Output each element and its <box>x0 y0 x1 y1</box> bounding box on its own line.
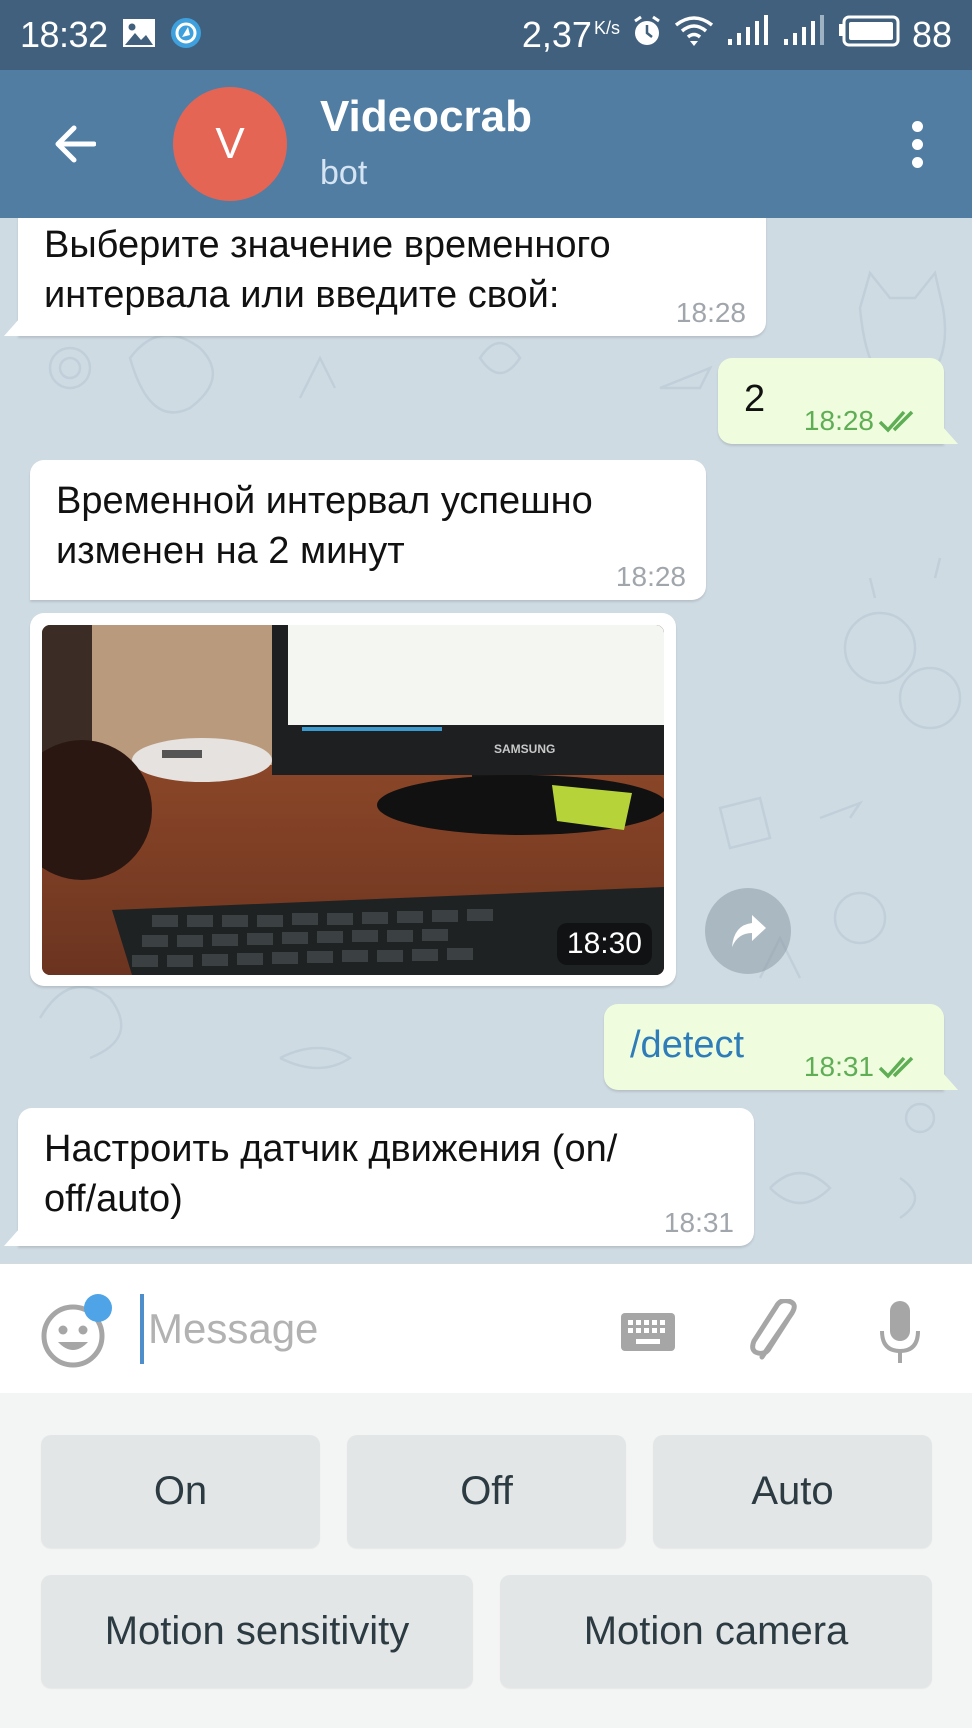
new-stickers-indicator <box>84 1294 112 1322</box>
svg-text:SAMSUNG: SAMSUNG <box>494 742 555 756</box>
message-input[interactable] <box>140 1294 600 1364</box>
avatar-letter: V <box>215 119 245 168</box>
more-vertical-icon <box>911 120 923 132</box>
status-time: 18:32 <box>20 14 108 55</box>
double-check-icon <box>878 410 914 433</box>
message-text: интервала или введите свой: <box>44 274 560 316</box>
message-text: изменен на 2 минут <box>56 530 405 572</box>
message-text: Временной интервал успешно <box>56 480 593 522</box>
wifi-icon <box>674 14 714 56</box>
paperclip-icon <box>750 1299 797 1360</box>
chat-header: V Videocrab bot <box>0 70 972 218</box>
photo-time: 18:30 <box>556 923 652 965</box>
net-speed-value: 2,37 <box>521 14 592 55</box>
keyboard-button-off[interactable]: Off <box>347 1435 626 1548</box>
bot-command-link[interactable]: /detect <box>630 1020 918 1070</box>
message-time: 18:31 <box>803 1051 874 1082</box>
keyboard-icon <box>621 1313 675 1351</box>
message-time: 18:28 <box>675 297 746 328</box>
attach-button[interactable] <box>746 1299 806 1364</box>
message-input-bar <box>0 1263 972 1393</box>
photo-thumbnail[interactable]: SAMSUNG 18:30 <box>42 625 664 975</box>
keyboard-button-auto[interactable]: Auto <box>653 1435 932 1548</box>
chat-subtitle: bot <box>320 154 368 192</box>
message-incoming[interactable]: Выберите значение временного интервала и… <box>4 218 766 336</box>
more-vertical-icon-dot <box>911 138 923 150</box>
image-icon <box>122 18 156 53</box>
message-text: Настроить датчик движения (on/ <box>44 1128 618 1170</box>
chat-messages[interactable]: Выберите значение временного интервала и… <box>0 218 972 1263</box>
message-incoming[interactable]: Временной интервал успешно изменен на 2 … <box>30 460 706 600</box>
battery-level: 88 <box>911 14 952 55</box>
double-check-icon <box>878 1056 914 1079</box>
avatar[interactable]: V <box>173 87 287 201</box>
signal-icon <box>782 14 826 56</box>
message-outgoing[interactable]: /detect 18:31 <box>604 1004 958 1090</box>
message-text: off/auto) <box>44 1178 183 1220</box>
bot-keyboard-toggle-button[interactable] <box>618 1300 678 1364</box>
message-time: 18:28 <box>615 561 686 592</box>
voice-record-button[interactable] <box>870 1300 930 1364</box>
chat-title[interactable]: Videocrab <box>320 92 532 142</box>
microphone-icon <box>880 1301 920 1363</box>
more-menu-button[interactable] <box>892 114 942 174</box>
message-text: Выберите значение временного <box>44 224 611 266</box>
message-outgoing[interactable]: 2 18:28 <box>718 358 958 444</box>
message-time: 18:28 <box>803 405 874 436</box>
arrow-left-icon <box>55 125 96 163</box>
share-arrow-icon <box>732 915 766 947</box>
battery-icon <box>838 14 900 56</box>
keyboard-button-motion-camera[interactable]: Motion camera <box>500 1575 932 1688</box>
keyboard-button-motion-sensitivity[interactable]: Motion sensitivity <box>41 1575 473 1688</box>
keyboard-button-on[interactable]: On <box>41 1435 320 1548</box>
more-vertical-icon-dot <box>911 156 923 168</box>
shutter-app-icon <box>170 17 202 54</box>
net-speed-unit: K/s <box>593 18 620 38</box>
share-button[interactable] <box>705 888 791 974</box>
back-button[interactable] <box>44 114 104 174</box>
message-incoming[interactable]: Настроить датчик движения (on/ off/auto)… <box>4 1108 754 1246</box>
signal-icon <box>726 14 770 56</box>
message-photo[interactable]: SAMSUNG 18:30 <box>30 613 676 986</box>
alarm-icon <box>632 14 662 56</box>
message-time: 18:31 <box>663 1207 734 1238</box>
status-bar: 18:32 2,37 K/s 88 <box>0 0 972 70</box>
net-speed: 2,37 K/s <box>522 14 620 56</box>
bot-reply-keyboard: On Off Auto Motion sensitivity Motion ca… <box>0 1393 972 1728</box>
